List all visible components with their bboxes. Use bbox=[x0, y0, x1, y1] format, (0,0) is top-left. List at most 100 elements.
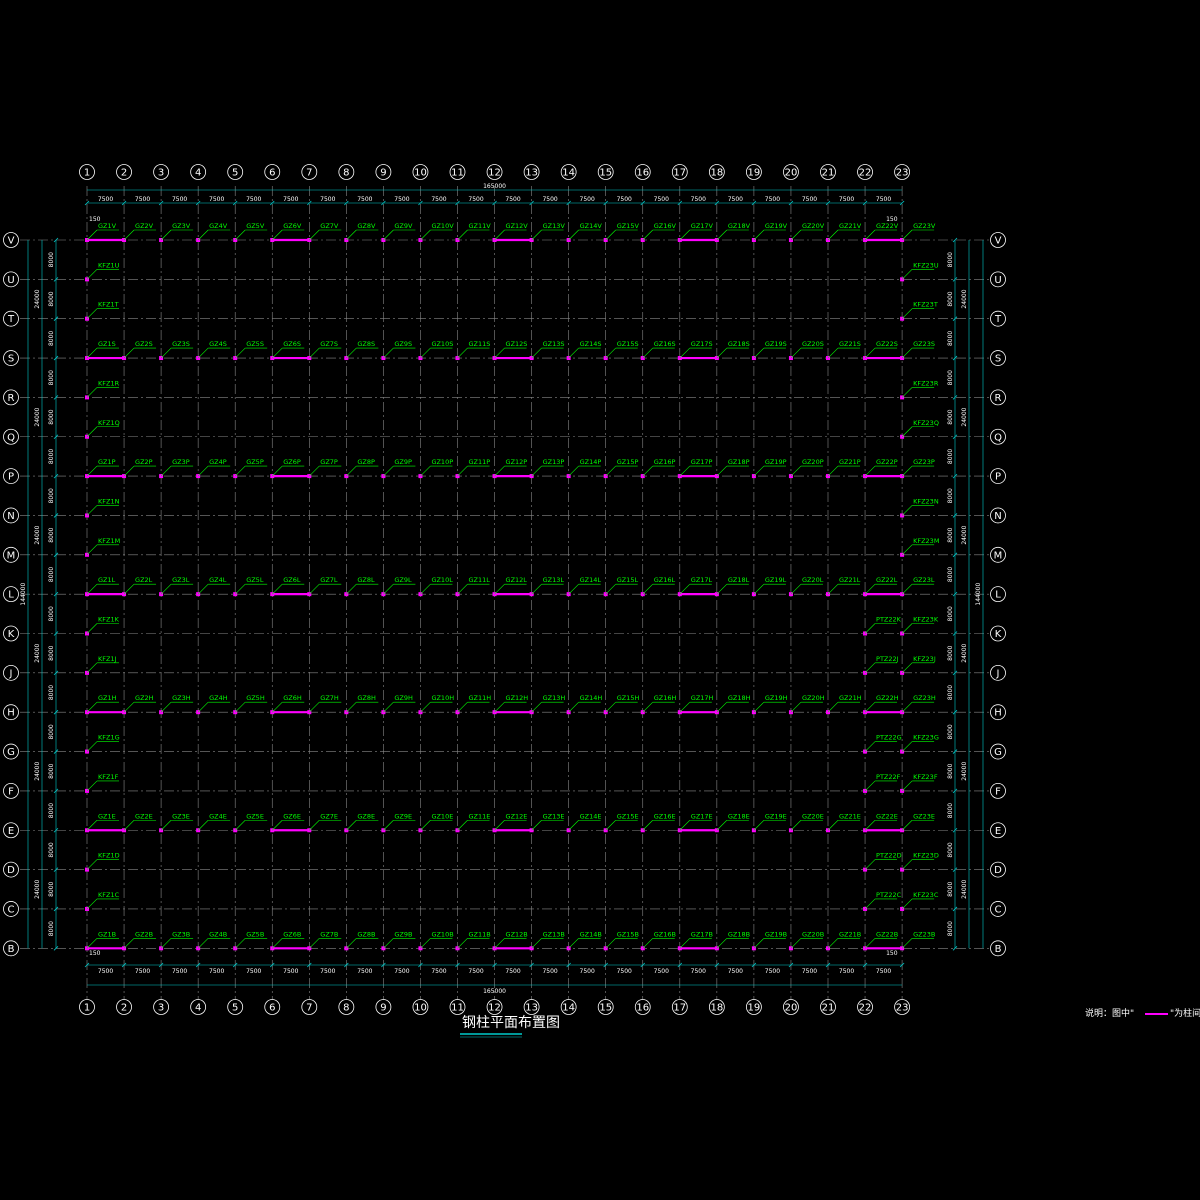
column-15V-leader bbox=[605, 229, 616, 241]
column-11L-label: GZ11L bbox=[469, 576, 491, 584]
axis-bubble-right-Q: Q bbox=[990, 428, 1006, 445]
axis-bubble-left-N-label: N bbox=[7, 511, 14, 522]
column-2L-label: GZ2L bbox=[135, 576, 153, 584]
column-22B-label: GZ22B bbox=[876, 930, 898, 938]
axis-bubble-right-N: N bbox=[990, 507, 1006, 524]
end-column-1M: KFZ1M bbox=[85, 537, 120, 557]
column-20P-label: GZ20P bbox=[802, 458, 824, 466]
pt-column-22D-leader bbox=[864, 859, 876, 870]
column-9V: GZ9V bbox=[381, 222, 416, 242]
column-14B: GZ14B bbox=[566, 930, 602, 951]
column-8E-label: GZ8E bbox=[357, 812, 375, 820]
axis-bubble-right-K-label: K bbox=[995, 629, 1002, 640]
column-3E-label: GZ3E bbox=[172, 812, 190, 820]
column-6E-label: GZ6E bbox=[283, 812, 301, 820]
column-15S: GZ15S bbox=[603, 340, 639, 361]
column-12P-leader bbox=[494, 465, 505, 477]
axis-bubble-left-E-label: E bbox=[8, 826, 14, 837]
column-5P: GZ5P bbox=[233, 458, 268, 479]
column-19P: GZ19P bbox=[751, 458, 787, 479]
column-13P-leader bbox=[531, 465, 542, 477]
axis-bubble-top-10-label: 10 bbox=[414, 168, 427, 179]
column-21B-leader bbox=[827, 938, 839, 949]
column-6P-label: GZ6P bbox=[283, 458, 301, 466]
axis-bubble-bottom-14: 14 bbox=[560, 999, 577, 1015]
column-23B-leader bbox=[901, 938, 913, 949]
dim-row-left: 8000 bbox=[48, 645, 55, 660]
column-4E: GZ4E bbox=[196, 812, 231, 833]
column-5L: GZ5L bbox=[233, 576, 268, 597]
column-17V-leader bbox=[679, 229, 691, 241]
column-15S-label: GZ15S bbox=[617, 340, 639, 348]
column-14H: GZ14H bbox=[566, 694, 603, 715]
column-20S-leader bbox=[790, 347, 802, 359]
end-column-1G: KFZ1G bbox=[85, 734, 120, 754]
dim-row-left: 8000 bbox=[48, 331, 55, 346]
column-5H-leader bbox=[234, 701, 246, 713]
column-4H-label: GZ4H bbox=[209, 694, 228, 702]
column-13V-leader bbox=[531, 229, 542, 241]
end-column-23N-label: KFZ23N bbox=[913, 497, 939, 505]
dim-group-right: 24000 bbox=[961, 525, 968, 544]
column-8V-label: GZ8V bbox=[357, 222, 376, 230]
column-6V-label: GZ6V bbox=[283, 222, 302, 230]
axis-bubble-right-M-label: M bbox=[994, 550, 1003, 561]
axis-bubble-top-16-label: 16 bbox=[636, 168, 649, 179]
column-6H-label: GZ6H bbox=[283, 694, 302, 702]
axis-bubble-top-5-label: 5 bbox=[232, 168, 238, 179]
column-15E: GZ15E bbox=[603, 812, 639, 833]
end-column-23D: KFZ23D bbox=[900, 852, 939, 872]
end-column-1M-label: KFZ1M bbox=[98, 537, 120, 545]
dim-bay-bottom: 7500 bbox=[357, 968, 372, 975]
column-16B: GZ16B bbox=[640, 930, 676, 951]
column-17L-label: GZ17L bbox=[691, 576, 713, 584]
pt-column-22D: PTZ22D bbox=[863, 852, 902, 872]
axis-bubble-right-R-label: R bbox=[995, 393, 1002, 404]
column-5S-label: GZ5S bbox=[246, 340, 264, 348]
dim-bay-bottom: 7500 bbox=[542, 968, 557, 975]
axis-bubble-top-8-label: 8 bbox=[343, 168, 349, 179]
dim-row-right: 8000 bbox=[947, 645, 954, 660]
column-16E-leader bbox=[642, 820, 653, 831]
dim-bay-bottom: 7500 bbox=[617, 968, 632, 975]
column-19B-label: GZ19B bbox=[765, 930, 787, 938]
axis-bubble-right-J-label: J bbox=[996, 668, 1000, 679]
axis-bubble-top-22: 22 bbox=[857, 164, 873, 180]
column-20V-leader bbox=[790, 229, 802, 241]
column-14H-label: GZ14H bbox=[580, 694, 603, 702]
axis-bubble-left-R-label: R bbox=[8, 393, 15, 404]
dim-group-right: 24000 bbox=[961, 643, 968, 662]
dimension-lines: 7500 7500 7500 7500 7500 7500 7500 7500 7500 7500… bbox=[20, 183, 984, 995]
end-column-23G-label: KFZ23G bbox=[913, 734, 939, 742]
column-10H: GZ10H bbox=[418, 694, 454, 715]
dim-row-left: 8000 bbox=[48, 252, 55, 267]
axis-grid bbox=[20, 186, 990, 1000]
dim-bay-bottom: 7500 bbox=[135, 968, 150, 975]
dim-group-left: 24000 bbox=[34, 407, 41, 426]
axis-bubble-left-V-label: V bbox=[8, 236, 15, 247]
column-20H-label: GZ20H bbox=[802, 694, 825, 702]
axis-bubble-left-R: R bbox=[3, 389, 19, 406]
dim-row-left: 8000 bbox=[48, 921, 55, 936]
axis-bubble-right-E: E bbox=[990, 822, 1006, 839]
end-column-1F: KFZ1F bbox=[85, 773, 119, 793]
column-2S-label: GZ2S bbox=[135, 340, 153, 348]
column-1B-label: GZ1B bbox=[98, 930, 116, 938]
column-2B-leader bbox=[123, 938, 135, 949]
column-3L: GZ3L bbox=[159, 576, 194, 597]
column-23H-label: GZ23H bbox=[913, 694, 936, 702]
column-13B: GZ13B bbox=[529, 930, 565, 951]
column-12H-leader bbox=[494, 701, 505, 713]
axis-bubble-right-P: P bbox=[990, 468, 1006, 485]
end-column-23G-leader bbox=[901, 741, 913, 752]
column-10P: GZ10P bbox=[418, 458, 453, 479]
column-2P-label: GZ2P bbox=[135, 458, 153, 466]
column-3E-leader bbox=[160, 820, 172, 831]
end-column-1J-label: KFZ1J bbox=[98, 655, 117, 663]
column-2P-leader bbox=[123, 465, 135, 477]
axis-bubble-top-9: 9 bbox=[375, 164, 392, 180]
column-3H: GZ3H bbox=[159, 694, 194, 715]
axis-bubble-bottom-15: 15 bbox=[597, 999, 614, 1015]
column-3E: GZ3E bbox=[159, 812, 194, 833]
axis-bubble-left-M-label: M bbox=[7, 550, 16, 561]
